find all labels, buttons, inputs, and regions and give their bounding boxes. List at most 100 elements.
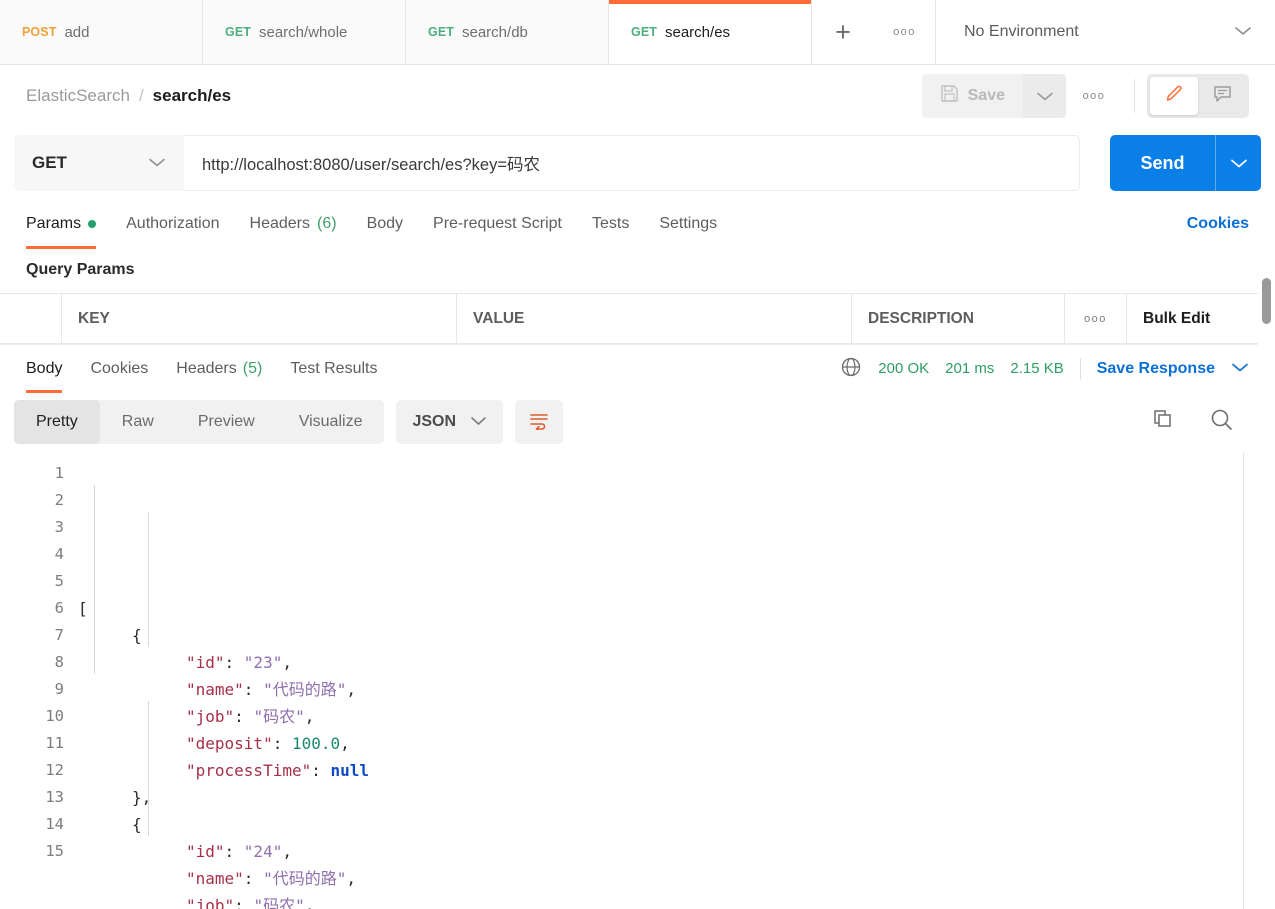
save-response-button[interactable]: Save Response	[1097, 360, 1215, 378]
response-time: 201 ms	[945, 360, 995, 377]
comments-button[interactable]	[1198, 77, 1246, 115]
bulk-edit-button[interactable]: Bulk Edit	[1127, 294, 1275, 343]
code-token: ,	[346, 680, 356, 699]
copy-icon	[1151, 408, 1175, 437]
fold-guide	[148, 512, 149, 647]
request-section-tabs: Params Authorization Headers (6) Body Pre-req…	[0, 199, 1275, 249]
url-input[interactable]: http://localhost:8080/user/search/es?key…	[184, 135, 1080, 191]
chevron-down-icon[interactable]	[1231, 360, 1249, 377]
save-label: Save	[967, 87, 1005, 104]
breadcrumb-bar: ElasticSearch / search/es Save ooo	[0, 65, 1275, 127]
body-view-pretty[interactable]: Pretty	[14, 400, 100, 444]
tab-label: Authorization	[126, 215, 220, 232]
line-number: 4	[54, 545, 64, 563]
response-tab-cookies[interactable]: Cookies	[90, 345, 148, 393]
query-params-table: KEY VALUE DESCRIPTION ooo Bulk Edit	[0, 293, 1275, 344]
line-number: 2	[54, 491, 64, 509]
code-token: "processTime"	[186, 761, 312, 780]
globe-icon	[840, 356, 862, 382]
request-tab-search-db[interactable]: GET search/db	[406, 0, 609, 64]
code-token: ,	[282, 653, 292, 672]
code-token: :	[234, 707, 254, 726]
save-options-button[interactable]	[1023, 74, 1066, 118]
body-format-select[interactable]: JSON	[396, 400, 504, 444]
response-tab-label: Cookies	[90, 359, 149, 377]
search-button[interactable]	[1209, 407, 1235, 438]
code-token: "id"	[186, 653, 225, 672]
code-token: "码农"	[253, 896, 305, 909]
code-token: "24"	[243, 842, 283, 861]
json-code-content[interactable]: [{"id": "23", "name": "代码的路", "job": "码农",…	[78, 452, 1275, 909]
body-view-visualize[interactable]: Visualize	[277, 400, 385, 444]
response-tab-headers[interactable]: Headers (5)	[176, 345, 262, 393]
response-status: 200 OK	[878, 360, 930, 377]
tabstrip-more-button[interactable]: ooo	[874, 0, 936, 64]
request-tab-add[interactable]: POST add	[0, 0, 203, 64]
line-number: 7	[54, 626, 64, 644]
breadcrumb-collection[interactable]: ElasticSearch	[26, 86, 130, 106]
body-view-raw[interactable]: Raw	[100, 400, 176, 444]
wrap-lines-button[interactable]	[515, 400, 564, 444]
tab-tests[interactable]: Tests	[592, 199, 629, 249]
search-icon	[1209, 407, 1235, 438]
code-token: :	[234, 896, 254, 909]
divider	[1079, 357, 1081, 380]
table-more-button[interactable]: ooo	[1065, 294, 1127, 343]
url-bar: GET http://localhost:8080/user/search/es…	[0, 127, 1275, 199]
send-options-button[interactable]	[1215, 135, 1261, 191]
request-actions: Save ooo	[921, 74, 1249, 118]
code-token: :	[224, 653, 244, 672]
code-token: {	[132, 815, 142, 834]
params-scrollbar-thumb[interactable]	[1262, 278, 1271, 324]
code-token: "23"	[243, 653, 283, 672]
tab-label: Settings	[659, 215, 718, 232]
tab-label: Params	[26, 215, 82, 232]
edit-mode-button[interactable]	[1150, 77, 1198, 115]
fold-guide	[94, 485, 95, 674]
line-number: 5	[54, 572, 64, 590]
body-view-preview[interactable]: Preview	[176, 400, 277, 444]
send-button[interactable]: Send	[1110, 135, 1215, 191]
breadcrumb-request[interactable]: search/es	[153, 86, 231, 106]
tab-body[interactable]: Body	[367, 199, 403, 249]
code-token: 100.0	[291, 734, 341, 753]
tab-settings[interactable]: Settings	[659, 199, 717, 249]
line-number: 11	[45, 734, 64, 752]
code-token: :	[272, 734, 292, 753]
line-number: 14	[45, 815, 64, 833]
code-token: {	[132, 626, 142, 645]
request-tab-label: search/whole	[259, 23, 348, 41]
copy-button[interactable]	[1151, 408, 1175, 437]
select-all-cell[interactable]	[0, 294, 62, 343]
tab-label: Tests	[591, 215, 630, 232]
tab-authorization[interactable]: Authorization	[126, 199, 219, 249]
request-tab-label: add	[64, 23, 90, 41]
response-tab-label: Test Results	[290, 359, 378, 377]
request-tab-strip: POST add GET search/whole GET search/db GET sea…	[0, 0, 1275, 65]
tab-pre-request-script[interactable]: Pre-request Script	[433, 199, 562, 249]
postman-window: POST add GET search/whole GET search/db GET sea…	[0, 0, 1275, 909]
http-method-select[interactable]: GET	[14, 135, 184, 191]
tab-params[interactable]: Params	[26, 199, 97, 249]
environment-selector[interactable]: No Environment	[936, 0, 1275, 64]
response-size: 2.15 KB	[1010, 360, 1064, 377]
request-tab-search-whole[interactable]: GET search/whole	[203, 0, 406, 64]
request-tab-search-es[interactable]: GET search/es	[609, 0, 812, 64]
line-number: 15	[45, 842, 64, 860]
send-group: Send	[1110, 135, 1261, 191]
tab-headers[interactable]: Headers (6)	[250, 199, 337, 249]
code-line: "job": "码农",	[78, 892, 1275, 909]
request-tab-method: GET	[631, 25, 657, 39]
column-header-key: KEY	[62, 294, 457, 343]
new-tab-button[interactable]: +	[812, 0, 874, 64]
cookies-link[interactable]: Cookies	[1187, 215, 1249, 233]
breadcrumb: ElasticSearch / search/es	[26, 86, 231, 106]
response-tab-label: Body	[26, 359, 63, 377]
response-tab-body[interactable]: Body	[26, 345, 63, 393]
request-more-button[interactable]: ooo	[1066, 74, 1122, 118]
code-line: [	[78, 595, 1275, 622]
save-button[interactable]: Save	[921, 74, 1023, 118]
response-body-editor[interactable]: 1 2 3 4 5 6 7 8 9 10 11 12 13 14 15 [{"id": "23", "name…	[0, 452, 1275, 909]
code-token: "deposit"	[186, 734, 273, 753]
response-tab-test-results[interactable]: Test Results	[290, 345, 377, 393]
